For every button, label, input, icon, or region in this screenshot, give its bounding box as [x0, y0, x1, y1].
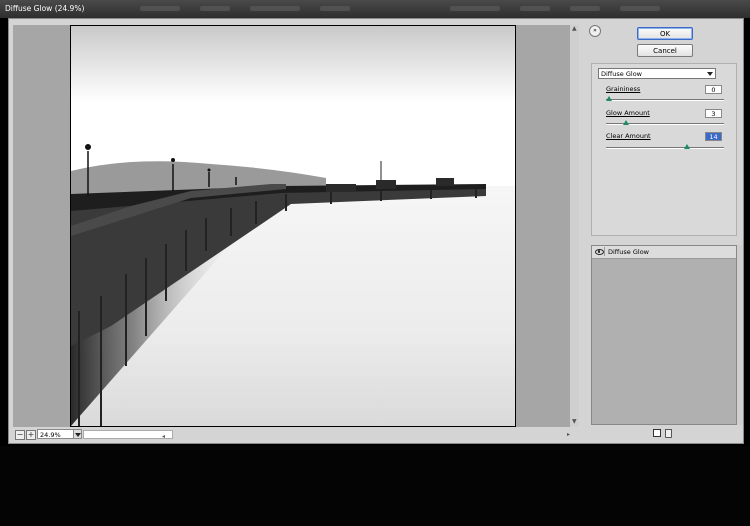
zoom-out-button[interactable]: − — [15, 430, 25, 440]
clear-amount-input[interactable]: 14 — [705, 132, 722, 141]
scroll-up-arrow-icon[interactable]: ▲ — [572, 25, 577, 32]
effect-layers-panel: Diffuse Glow — [591, 245, 737, 425]
zoom-bar: − + 24.9% ◂ ▸ — [13, 429, 579, 441]
blurred-menu-item — [570, 6, 600, 11]
double-chevron-up-icon: » — [593, 27, 597, 34]
blurred-menu-item — [250, 6, 300, 11]
glow-amount-input[interactable]: 3 — [705, 109, 722, 118]
trash-icon[interactable] — [665, 429, 672, 438]
slider-thumb[interactable] — [622, 120, 629, 125]
filter-gallery-dialog: ▲ ▼ − + 24.9% ◂ ▸ » OK Cancel Diffuse Gl… — [8, 18, 744, 444]
window-title: Diffuse Glow (24.9%) — [5, 4, 85, 13]
slider-thumb[interactable] — [684, 144, 691, 149]
clear-amount-slider[interactable] — [606, 144, 724, 149]
graininess-label: Graininess — [606, 85, 641, 93]
ok-button[interactable]: OK — [637, 27, 693, 40]
horizontal-scrollbar[interactable]: ◂ — [83, 430, 173, 440]
scroll-left-arrow-icon[interactable]: ◂ — [162, 433, 165, 440]
layers-scrollbar[interactable] — [737, 245, 743, 425]
preview-canvas[interactable] — [13, 25, 570, 427]
cancel-button[interactable]: Cancel — [637, 44, 693, 57]
blurred-menu-item — [450, 6, 500, 11]
graininess-slider[interactable] — [606, 96, 724, 101]
pier-photo — [71, 26, 515, 426]
effect-layer-row[interactable]: Diffuse Glow — [592, 246, 736, 259]
scroll-down-arrow-icon[interactable]: ▼ — [572, 418, 577, 425]
scroll-right-arrow-icon[interactable]: ▸ — [567, 431, 570, 438]
graininess-input[interactable]: 0 — [705, 85, 722, 94]
eye-icon[interactable] — [594, 247, 605, 256]
glow-amount-slider[interactable] — [606, 120, 724, 125]
title-bar: Diffuse Glow (24.9%) — [0, 0, 750, 18]
clear-amount-label: Clear Amount — [606, 132, 651, 140]
glow-amount-label: Glow Amount — [606, 109, 650, 117]
filter-settings-panel: Diffuse Glow Graininess 0 Glow Amount 3 … — [591, 63, 737, 236]
blurred-menu-item — [140, 6, 180, 11]
blurred-menu-item — [320, 6, 350, 11]
effect-layer-name: Diffuse Glow — [608, 248, 649, 256]
zoom-in-button[interactable]: + — [26, 430, 36, 440]
collapse-gallery-button[interactable]: » — [589, 25, 601, 37]
blurred-menu-item — [620, 6, 660, 11]
blurred-menu-item — [200, 6, 230, 11]
bottom-black-area — [0, 446, 750, 526]
filter-select[interactable]: Diffuse Glow — [598, 68, 716, 79]
new-layer-icon[interactable] — [653, 429, 661, 437]
preview-image[interactable] — [70, 25, 516, 427]
blurred-menu-item — [520, 6, 550, 11]
zoom-level-field[interactable]: 24.9% — [37, 429, 75, 439]
slider-thumb[interactable] — [606, 96, 612, 101]
zoom-dropdown-button[interactable] — [73, 429, 82, 439]
vertical-scrollbar[interactable]: ▲ ▼ — [570, 25, 579, 427]
